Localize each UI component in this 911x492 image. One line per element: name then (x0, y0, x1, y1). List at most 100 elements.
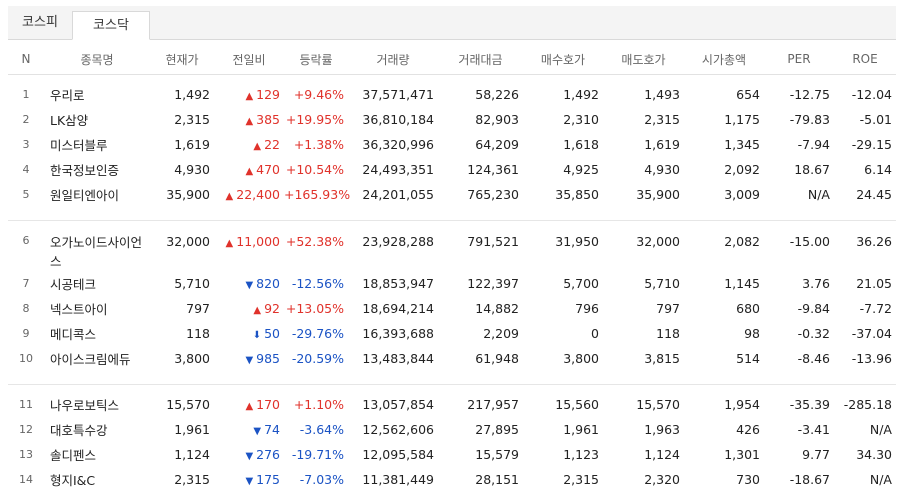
per-cell: 18.67 (764, 157, 834, 182)
rate-cell: -20.59% (284, 346, 348, 371)
bid-cell: 2,310 (523, 107, 603, 132)
roe-cell: 6.14 (834, 157, 896, 182)
triangle-down-icon: ▼ (245, 355, 253, 366)
stock-name-link[interactable]: 솔디펜스 (44, 442, 150, 467)
price-cell: 32,000 (150, 228, 214, 271)
change-value: 175 (256, 472, 280, 487)
bid-cell: 2,315 (523, 467, 603, 492)
change-cell: ▼820 (214, 271, 284, 296)
stock-name-link[interactable]: 넥스트아이 (44, 296, 150, 321)
ask-cell: 4,930 (603, 157, 684, 182)
volume-cell: 12,095,584 (348, 442, 438, 467)
col-header-market-cap[interactable]: 시가총액 (684, 44, 764, 75)
change-value: 74 (264, 422, 280, 437)
change-value: 129 (256, 87, 280, 102)
triangle-up-icon: ▲ (226, 191, 234, 202)
trade-value-cell: 14,882 (438, 296, 523, 321)
change-cell: ▲470 (214, 157, 284, 182)
price-cell: 1,619 (150, 132, 214, 157)
col-header-change[interactable]: 전일비 (214, 44, 284, 75)
stock-name-link[interactable]: 한국정보인증 (44, 157, 150, 182)
stock-name-link[interactable]: 미스터블루 (44, 132, 150, 157)
col-header-rate[interactable]: 등락률 (284, 44, 348, 75)
bid-cell: 3,800 (523, 346, 603, 371)
change-value: 820 (256, 276, 280, 291)
ask-cell: 1,493 (603, 82, 684, 107)
market-cap-cell: 654 (684, 82, 764, 107)
stock-name-link[interactable]: 형지I&C (44, 467, 150, 492)
market-cap-cell: 1,145 (684, 271, 764, 296)
bid-cell: 1,123 (523, 442, 603, 467)
stock-name-link[interactable]: LK삼양 (44, 107, 150, 132)
rate-cell: +165.93% (284, 182, 348, 207)
market-cap-cell: 730 (684, 467, 764, 492)
arrow-down-icon: ⬇ (253, 330, 261, 341)
table-row: 9메디콕스118⬇50-29.76%16,393,6882,209011898-… (8, 321, 896, 346)
ask-cell: 3,815 (603, 346, 684, 371)
col-header-roe[interactable]: ROE (834, 44, 896, 75)
stock-name-link[interactable]: 대호특수강 (44, 417, 150, 442)
ask-cell: 15,570 (603, 392, 684, 417)
market-cap-cell: 1,954 (684, 392, 764, 417)
stock-name-link[interactable]: 시공테크 (44, 271, 150, 296)
change-value: 50 (264, 326, 280, 341)
triangle-down-icon: ▼ (245, 451, 253, 462)
per-cell: -7.94 (764, 132, 834, 157)
stock-name-link[interactable]: 나우로보틱스 (44, 392, 150, 417)
volume-cell: 37,571,471 (348, 82, 438, 107)
rank-cell: 2 (8, 107, 44, 132)
change-cell: ▼276 (214, 442, 284, 467)
change-value: 22,400 (236, 187, 280, 202)
bid-cell: 1,492 (523, 82, 603, 107)
change-cell: ⬇50 (214, 321, 284, 346)
triangle-down-icon: ▼ (253, 426, 261, 437)
bid-cell: 5,700 (523, 271, 603, 296)
rate-cell: +19.95% (284, 107, 348, 132)
rate-cell: -29.76% (284, 321, 348, 346)
bid-cell: 0 (523, 321, 603, 346)
change-cell: ▼175 (214, 467, 284, 492)
col-header-per[interactable]: PER (764, 44, 834, 75)
stock-name-link[interactable]: 오가노이드사이언스 (44, 228, 150, 271)
roe-cell: 36.26 (834, 228, 896, 271)
trade-value-cell: 27,895 (438, 417, 523, 442)
rank-cell: 11 (8, 392, 44, 417)
volume-cell: 13,057,854 (348, 392, 438, 417)
stock-name-link[interactable]: 원일티엔아이 (44, 182, 150, 207)
table-header-row: N 종목명 현재가 전일비 등락률 거래량 거래대금 매수호가 매도호가 시가총… (8, 44, 896, 75)
tab-kosdaq[interactable]: 코스닥 (72, 11, 150, 40)
col-header-trade-value[interactable]: 거래대금 (438, 44, 523, 75)
rate-cell: -7.03% (284, 467, 348, 492)
col-header-name[interactable]: 종목명 (44, 44, 150, 75)
col-header-ask[interactable]: 매도호가 (603, 44, 684, 75)
col-header-bid[interactable]: 매수호가 (523, 44, 603, 75)
market-cap-cell: 1,345 (684, 132, 764, 157)
ask-cell: 1,963 (603, 417, 684, 442)
bid-cell: 796 (523, 296, 603, 321)
stock-table: N 종목명 현재가 전일비 등락률 거래량 거래대금 매수호가 매도호가 시가총… (8, 44, 896, 492)
roe-cell: -29.15 (834, 132, 896, 157)
change-cell: ▲170 (214, 392, 284, 417)
rate-cell: -3.64% (284, 417, 348, 442)
trade-value-cell: 765,230 (438, 182, 523, 207)
rank-cell: 4 (8, 157, 44, 182)
stock-name-link[interactable]: 아이스크림에듀 (44, 346, 150, 371)
stock-name-link[interactable]: 우리로 (44, 82, 150, 107)
per-cell: -79.83 (764, 107, 834, 132)
stock-name-link[interactable]: 메디콕스 (44, 321, 150, 346)
price-cell: 1,961 (150, 417, 214, 442)
price-cell: 3,800 (150, 346, 214, 371)
trade-value-cell: 2,209 (438, 321, 523, 346)
rank-cell: 5 (8, 182, 44, 207)
change-value: 385 (256, 112, 280, 127)
group-separator (8, 371, 896, 385)
tab-kospi[interactable]: 코스피 (8, 6, 72, 39)
trade-value-cell: 82,903 (438, 107, 523, 132)
trade-value-cell: 61,948 (438, 346, 523, 371)
volume-cell: 18,853,947 (348, 271, 438, 296)
stock-ranking-panel: { "tabs": ["코스피", "코스닥"], "active_tab": … (0, 0, 911, 481)
col-header-volume[interactable]: 거래량 (348, 44, 438, 75)
price-cell: 1,492 (150, 82, 214, 107)
volume-cell: 23,928,288 (348, 228, 438, 271)
col-header-price[interactable]: 현재가 (150, 44, 214, 75)
